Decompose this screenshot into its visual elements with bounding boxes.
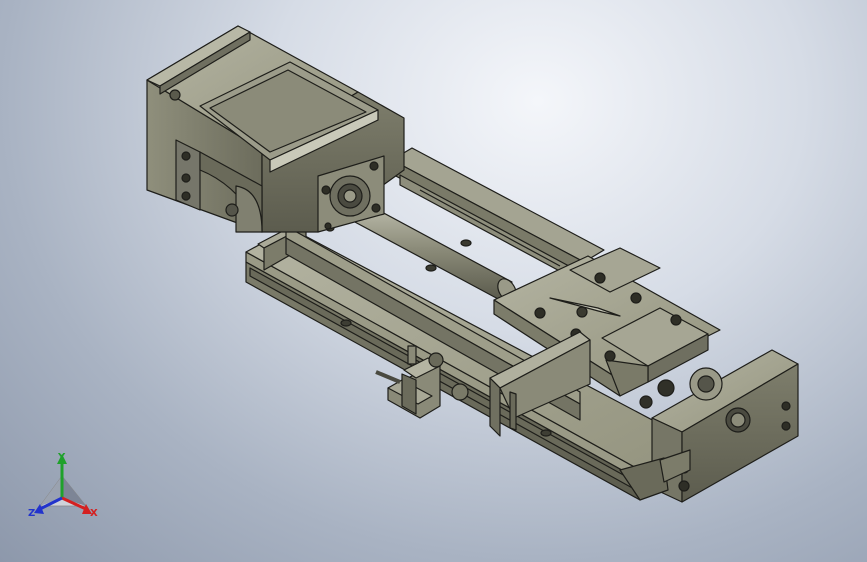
linear-actuator-model[interactable]: Y X Z: [0, 0, 867, 562]
triad-z-label: Z: [28, 508, 35, 519]
orientation-triad: Y X Z: [28, 452, 98, 519]
motor-housing: [146, 25, 405, 233]
triad-x-label: X: [90, 508, 98, 519]
triad-y-label: Y: [57, 452, 66, 463]
rail-far-side: [391, 147, 605, 283]
graphics-viewport[interactable]: Y X Z: [0, 0, 867, 562]
